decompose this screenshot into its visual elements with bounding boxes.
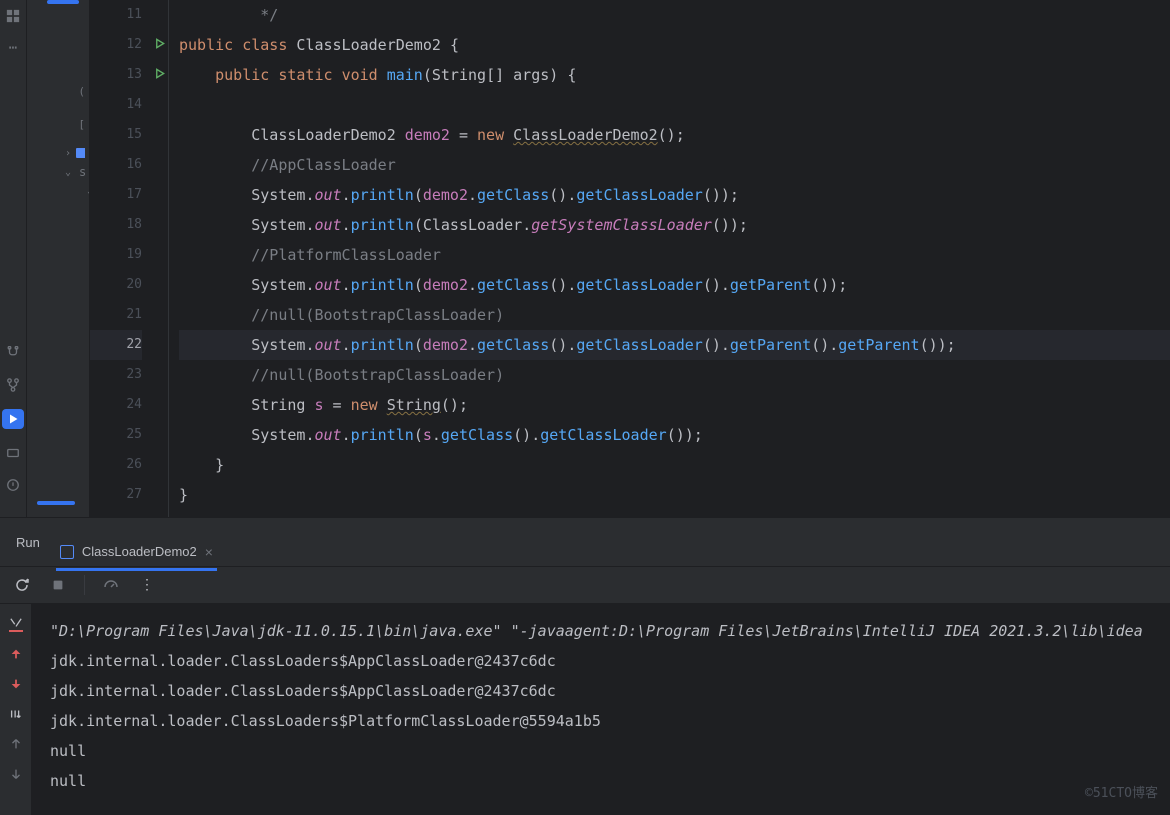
run-tab-name: ClassLoaderDemo2 — [82, 544, 197, 559]
tree-item[interactable]: ⌄ s — [27, 162, 89, 182]
tree-item[interactable]: [ — [27, 115, 89, 134]
console-left-toolbar — [0, 604, 32, 815]
tree-item[interactable]: ⌄ [ — [27, 182, 89, 201]
chevron-down-icon[interactable]: ⌄ — [87, 186, 89, 197]
close-icon[interactable]: × — [205, 544, 213, 560]
tree-item[interactable]: ( — [27, 85, 89, 101]
soft-wrap-icon[interactable] — [8, 706, 24, 722]
structure-icon[interactable] — [5, 8, 21, 24]
services-icon[interactable] — [5, 445, 21, 461]
scroll-down-icon[interactable] — [8, 766, 24, 782]
watermark: ©51CTO博客 — [1085, 782, 1158, 801]
run-line-icon[interactable] — [150, 30, 168, 60]
run-gutter — [150, 0, 168, 517]
tree-item[interactable]: › — [27, 144, 89, 162]
git-icon[interactable] — [5, 345, 21, 361]
down-arrow-icon[interactable] — [8, 676, 24, 692]
gauge-button[interactable] — [101, 575, 121, 595]
stop-button[interactable] — [48, 575, 68, 595]
filter-icon[interactable] — [9, 616, 23, 632]
scroll-up-icon[interactable] — [8, 736, 24, 752]
chevron-down-icon[interactable]: ⌄ — [65, 167, 71, 178]
run-toolbar: ⋮ — [0, 566, 1170, 604]
line-gutter: 111213141516171819202122232425262728 — [90, 0, 150, 517]
code-editor[interactable]: 111213141516171819202122232425262728 */p… — [90, 0, 1170, 517]
more-button[interactable]: ⋮ — [137, 575, 157, 595]
tree-item[interactable]: › [ — [27, 373, 89, 392]
project-panel[interactable]: ( [ › ⌄ s ⌄ [ — [27, 0, 90, 517]
chevron-right-icon[interactable]: › — [65, 148, 72, 159]
run-icon[interactable] — [2, 409, 24, 429]
run-tab[interactable]: ClassLoaderDemo2 × — [56, 536, 217, 571]
console-output[interactable]: "D:\Program Files\Java\jdk-11.0.15.1\bin… — [32, 604, 1170, 815]
up-arrow-icon[interactable] — [8, 646, 24, 662]
code-content[interactable]: */public class ClassLoaderDemo2 { public… — [168, 0, 1170, 517]
run-config-icon — [60, 545, 74, 559]
left-icon-sidebar: ⋯ — [0, 0, 27, 517]
run-panel: Run ClassLoaderDemo2 × ⋮ — [0, 517, 1170, 815]
branches-icon[interactable] — [5, 377, 21, 393]
run-label: Run — [16, 535, 40, 550]
run-tabs: Run ClassLoaderDemo2 × — [0, 518, 1170, 566]
console-area: "D:\Program Files\Java\jdk-11.0.15.1\bin… — [0, 604, 1170, 815]
rerun-button[interactable] — [12, 575, 32, 595]
problems-icon[interactable] — [5, 477, 21, 493]
more-icon[interactable]: ⋯ — [5, 40, 21, 56]
chevron-right-icon[interactable]: › — [87, 377, 89, 388]
run-line-icon[interactable] — [150, 60, 168, 90]
